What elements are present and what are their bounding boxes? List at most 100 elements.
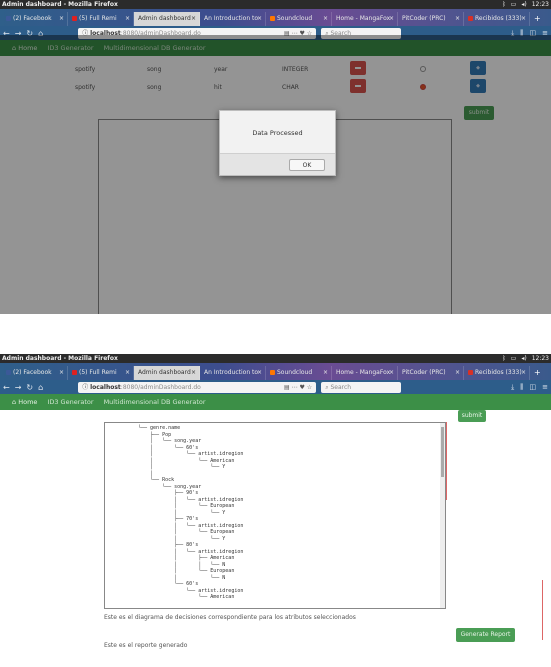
search-input[interactable]: ⌕ Search <box>321 381 402 393</box>
close-icon[interactable]: × <box>191 366 196 380</box>
tab-youtube[interactable]: (5) Full Remi × <box>68 366 134 380</box>
close-icon[interactable]: × <box>521 12 526 26</box>
window-title: Admin dashboard - Mozilla Firefox <box>2 355 118 362</box>
facebook-icon <box>6 370 11 375</box>
close-icon[interactable]: × <box>191 12 196 26</box>
url-path: :8080/adminDashboard.do <box>120 383 201 391</box>
tab-soundcloud[interactable]: Soundcloud × <box>266 12 332 26</box>
tab-label: (5) Full Remi <box>79 15 117 22</box>
more-icon[interactable]: ⋯ <box>292 384 298 391</box>
new-tab-button[interactable]: + <box>530 12 545 26</box>
window-titlebar: Admin dashboard - Mozilla Firefox ᛒ ▭ ◂)… <box>0 0 551 9</box>
reload-icon[interactable]: ↻ <box>26 383 33 392</box>
youtube-icon <box>72 370 77 375</box>
close-icon[interactable]: × <box>455 366 460 380</box>
close-icon[interactable]: × <box>455 12 460 26</box>
close-icon[interactable]: × <box>125 366 130 380</box>
close-icon[interactable]: × <box>323 366 328 380</box>
dialog-message: Data Processed <box>252 129 303 137</box>
tab-label: PitCoder (PRC) <box>402 15 446 22</box>
nav-id3-generator[interactable]: ID3 Generator <box>47 398 93 406</box>
tab-label: Soundcloud <box>277 15 313 22</box>
home-icon: ⌂ <box>12 398 17 406</box>
info-icon[interactable]: ⓘ <box>82 384 90 391</box>
tab-admin-dashboard[interactable]: Admin dashboard × <box>134 366 200 380</box>
tab-label: Admin dashboard <box>138 15 191 22</box>
screenshot-top: Admin dashboard - Mozilla Firefox ᛒ ▭ ◂)… <box>0 0 551 314</box>
close-icon[interactable]: × <box>59 12 64 26</box>
close-icon[interactable]: × <box>521 366 526 380</box>
tab-label: (2) Facebook <box>13 369 52 376</box>
home-icon[interactable]: ⌂ <box>38 383 43 392</box>
forward-icon[interactable]: → <box>15 383 22 392</box>
close-icon[interactable]: × <box>257 12 262 26</box>
close-icon[interactable]: × <box>389 366 394 380</box>
gmail-icon <box>468 16 473 21</box>
tab-label: (5) Full Remi <box>79 369 117 376</box>
new-tab-button[interactable]: + <box>530 366 545 380</box>
diagram-caption: Este es el diagrama de decisiones corres… <box>104 614 356 621</box>
tab-label: An Introduction to <box>204 15 259 22</box>
sidebar-icon[interactable]: ◫ <box>530 383 537 392</box>
nav-home[interactable]: ⌂ Home <box>12 398 37 406</box>
soundcloud-icon <box>270 370 275 375</box>
tab-pitcoder[interactable]: PitCoder (PRC) × <box>398 366 464 380</box>
page-edge <box>542 580 543 640</box>
url-tools: ▤ ⋯ ♥ ☆ <box>284 382 312 393</box>
app-navbar: ⌂ Home ID3 Generator Multidimensional DB… <box>0 394 551 410</box>
close-icon[interactable]: × <box>125 12 130 26</box>
tab-gmail[interactable]: Recibidos (333) × <box>464 12 530 26</box>
tab-label: (2) Facebook <box>13 15 52 22</box>
ok-button[interactable]: OK <box>289 159 325 171</box>
alert-dialog: Data Processed OK <box>219 110 336 176</box>
library-icon[interactable]: ⫼ <box>520 383 523 392</box>
volume-icon: ◂) <box>521 1 527 8</box>
close-icon[interactable]: × <box>257 366 262 380</box>
close-icon[interactable]: × <box>59 366 64 380</box>
report-heading: Este es el reporte generado <box>104 642 188 649</box>
tab-pitcoder[interactable]: PitCoder (PRC) × <box>398 12 464 26</box>
tab-label: Home - MangaFox <box>336 15 391 22</box>
system-tray: ᛒ ▭ ◂) 12:23 <box>502 0 549 9</box>
tab-introduction[interactable]: An Introduction to × <box>200 12 266 26</box>
facebook-icon <box>6 16 11 21</box>
nav-multidimensional-db[interactable]: Multidimensional DB Generator <box>104 398 206 406</box>
url-host: localhost <box>90 383 121 391</box>
clock: 12:23 <box>531 355 549 362</box>
system-tray: ᛒ ▭ ◂) 12:23 <box>502 354 549 363</box>
generate-report-button[interactable]: Generate Report <box>456 628 515 642</box>
tab-admin-dashboard[interactable]: Admin dashboard × <box>134 12 200 26</box>
clock: 12:23 <box>531 1 549 8</box>
submit-button[interactable]: submit <box>458 410 486 422</box>
pocket-icon[interactable]: ♥ <box>299 384 304 391</box>
bluetooth-icon: ᛒ <box>502 1 506 8</box>
menu-icon[interactable]: ≡ <box>542 383 548 392</box>
bookmark-icon[interactable]: ☆ <box>307 384 312 391</box>
tab-gmail[interactable]: Recibidos (333) × <box>464 366 530 380</box>
tab-introduction[interactable]: An Introduction to × <box>200 366 266 380</box>
tab-soundcloud[interactable]: Soundcloud × <box>266 366 332 380</box>
nav-toolbar: ← → ↻ ⌂ ⓘ localhost:8080/adminDashboard.… <box>0 380 551 394</box>
close-icon[interactable]: × <box>323 12 328 26</box>
tree-scrollbar[interactable] <box>440 423 445 608</box>
tab-label: Recibidos (333) <box>475 369 522 376</box>
back-icon[interactable]: ← <box>3 383 10 392</box>
soundcloud-icon <box>270 16 275 21</box>
tab-bar: (2) Facebook × (5) Full Remi × Admin dashb… <box>0 9 551 26</box>
window-titlebar: Admin dashboard - Mozilla Firefox ᛒ ▭ ◂)… <box>0 354 551 363</box>
reader-icon[interactable]: ▤ <box>284 384 290 391</box>
close-icon[interactable]: × <box>389 12 394 26</box>
tab-facebook[interactable]: (2) Facebook × <box>2 12 68 26</box>
tab-facebook[interactable]: (2) Facebook × <box>2 366 68 380</box>
main-content: submit └── genre.name ├── Pop │ └── song… <box>0 410 551 667</box>
window-title: Admin dashboard - Mozilla Firefox <box>2 1 118 8</box>
decision-tree-panel[interactable]: └── genre.name ├── Pop │ └── song.year │… <box>104 422 446 609</box>
download-icon[interactable]: ⤓ <box>511 383 514 392</box>
tab-youtube[interactable]: (5) Full Remi × <box>68 12 134 26</box>
tab-label: PitCoder (PRC) <box>402 369 446 376</box>
tab-mangafox[interactable]: Home - MangaFox × <box>332 366 398 380</box>
screenshot-bottom: Admin dashboard - Mozilla Firefox ᛒ ▭ ◂)… <box>0 354 551 667</box>
tab-mangafox[interactable]: Home - MangaFox × <box>332 12 398 26</box>
url-bar[interactable]: ⓘ localhost:8080/adminDashboard.do ▤ ⋯ ♥… <box>78 381 317 393</box>
decision-tree-text: └── genre.name ├── Pop │ └── song.year │… <box>138 425 244 600</box>
